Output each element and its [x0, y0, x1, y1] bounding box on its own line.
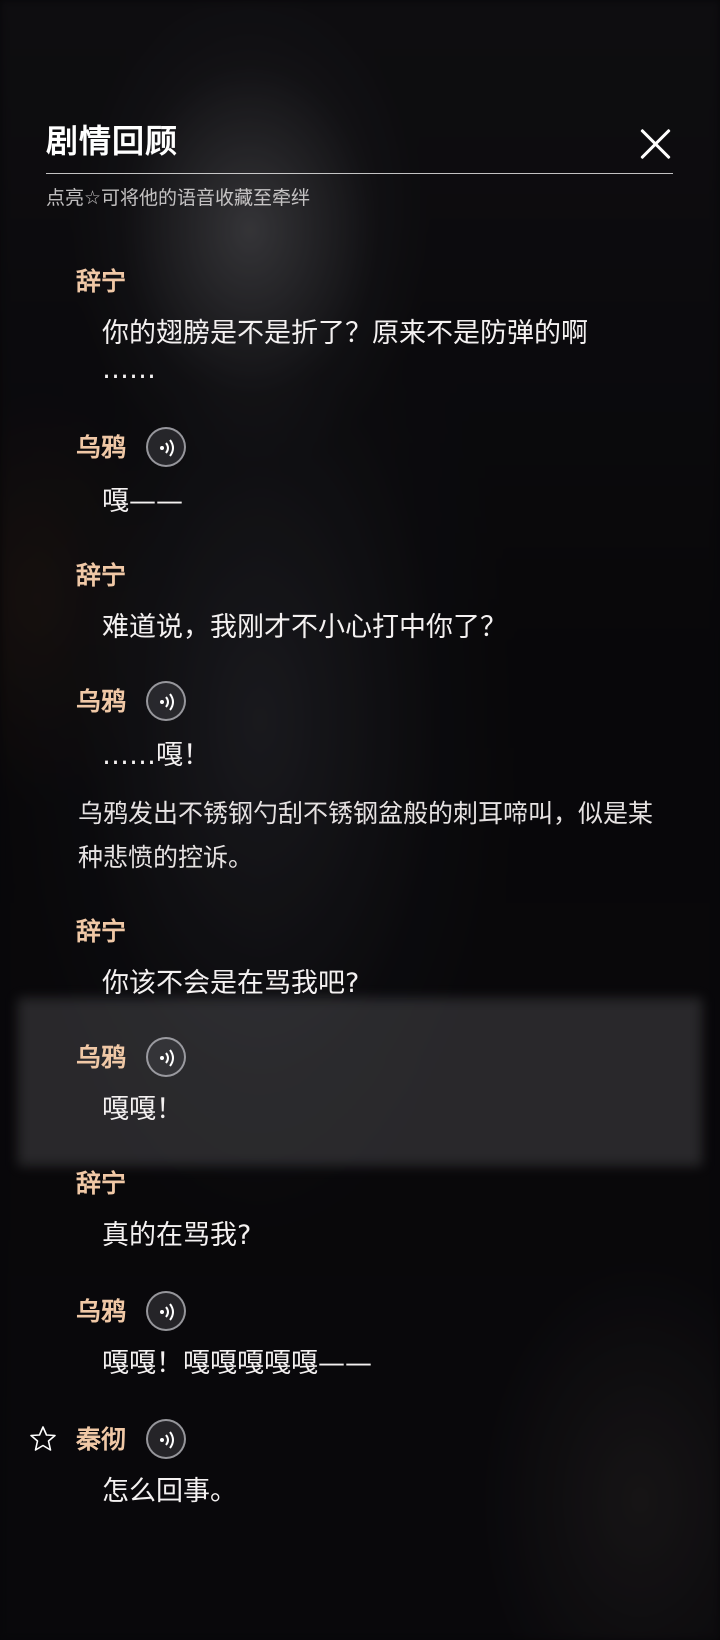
dialogue-line: 嘎嘎！嘎嘎嘎嘎嘎——: [102, 1348, 372, 1379]
speaker-name: 辞宁: [76, 561, 127, 590]
header-divider: [46, 173, 673, 174]
speaker-name: 乌鸦: [76, 1043, 127, 1072]
voice-play-icon[interactable]: [146, 1291, 186, 1331]
dialogue-line: 你该不会是在骂我吧?: [102, 968, 360, 999]
speaker-name: 乌鸦: [76, 433, 127, 462]
page-title: 剧情回顾: [46, 122, 179, 160]
story-review-panel: 剧情回顾 点亮☆可将他的语音收藏至牵绊 辞宁 你的翅膀是不是折了？原来不是防弹的…: [0, 0, 720, 1640]
speaker-name: 辞宁: [76, 917, 127, 946]
close-icon[interactable]: [638, 126, 674, 162]
speaker-name: 辞宁: [76, 267, 127, 296]
speaker-name: 乌鸦: [76, 687, 127, 716]
voice-play-icon[interactable]: [146, 681, 186, 721]
voice-play-icon[interactable]: [146, 1419, 186, 1459]
dialogue-line: 你的翅膀是不是折了？原来不是防弹的啊: [102, 318, 588, 349]
dialogue-line: 怎么回事。: [102, 1476, 237, 1507]
favorite-hint-text: 点亮☆可将他的语音收藏至牵绊: [46, 187, 311, 209]
speaker-name: 乌鸦: [76, 1297, 127, 1326]
speaker-name: 秦彻: [76, 1425, 127, 1454]
speaker-name: 辞宁: [76, 1169, 127, 1198]
narration-text: 乌鸦发出不锈钢勺刮不锈钢盆般的刺耳啼叫，似是某种悲愤的控诉。: [78, 799, 654, 872]
dialogue-line-continuation: ……: [102, 354, 156, 385]
dialogue-line: ……嘎！: [102, 740, 210, 771]
dialogue-line: 难道说，我刚才不小心打中你了？: [102, 612, 507, 643]
dialogue-line: 嘎——: [102, 486, 183, 517]
dialogue-line: 真的在骂我?: [102, 1220, 252, 1251]
dialogue-line: 嘎嘎！: [102, 1094, 183, 1125]
voice-play-icon[interactable]: [146, 1037, 186, 1077]
voice-play-icon[interactable]: [146, 427, 186, 467]
star-outline-icon[interactable]: [28, 1424, 58, 1454]
